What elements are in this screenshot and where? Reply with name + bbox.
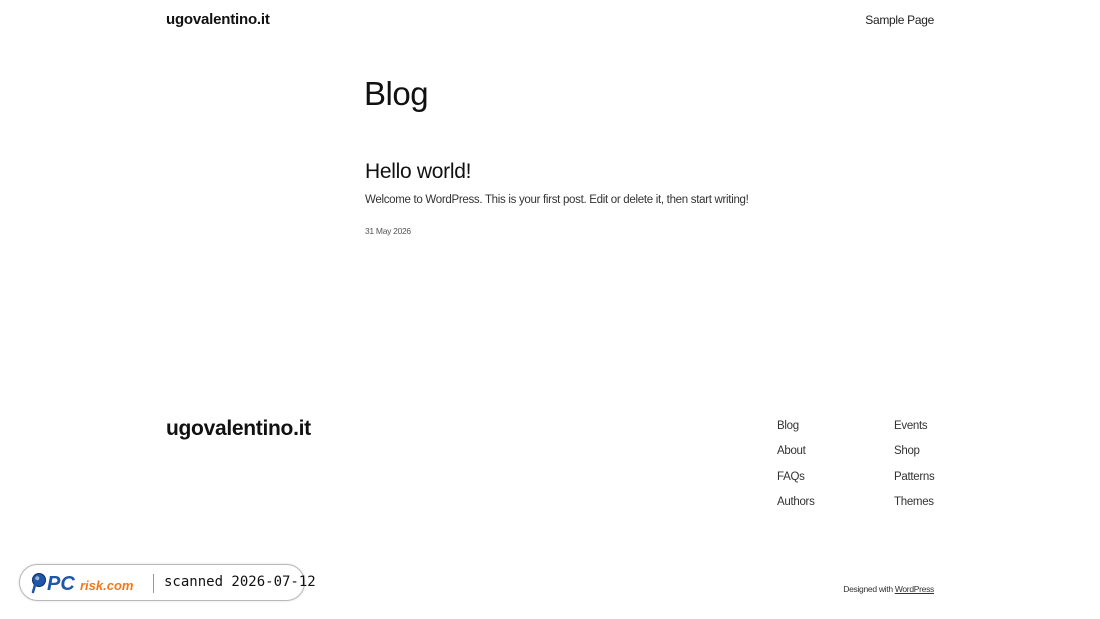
footer-nav-column-2: Events Shop Patterns Themes: [894, 418, 935, 519]
scanned-date-text: scanned 2026-07-12: [164, 574, 316, 590]
post-title-link[interactable]: Hello world!: [365, 160, 471, 184]
footer-credit: Designed with WordPress: [843, 584, 934, 594]
badge-divider: [153, 574, 154, 593]
post-date: 31 May 2026: [365, 226, 411, 236]
site-title[interactable]: ugovalentino.it: [166, 11, 270, 28]
footer-link-events[interactable]: Events: [894, 418, 934, 443]
page-title: Blog: [364, 75, 429, 112]
pcrisk-logo: PC risk.com: [31, 573, 134, 595]
footer-link-blog[interactable]: Blog: [777, 418, 815, 443]
footer-link-themes[interactable]: Themes: [894, 494, 934, 519]
footer-nav-column-1: Blog About FAQs Authors: [777, 418, 815, 519]
post-excerpt: Welcome to WordPress. This is your first…: [365, 194, 749, 206]
pcrisk-logo-risk: risk.com: [80, 578, 134, 593]
footer-site-title[interactable]: ugovalentino.it: [166, 417, 311, 441]
footer-link-authors[interactable]: Authors: [777, 494, 815, 519]
footer-link-patterns[interactable]: Patterns: [894, 469, 935, 494]
footer-link-faqs[interactable]: FAQs: [777, 469, 815, 494]
credit-prefix: Designed with: [843, 584, 893, 594]
credit-wordpress-link[interactable]: WordPress: [895, 584, 934, 594]
footer-link-shop[interactable]: Shop: [894, 443, 934, 468]
nav-sample-page[interactable]: Sample Page: [865, 13, 934, 27]
pcrisk-logo-pc: PC: [47, 573, 75, 595]
scan-badge: PC risk.com scanned 2026-07-12: [19, 564, 316, 601]
footer-link-about[interactable]: About: [777, 443, 815, 468]
